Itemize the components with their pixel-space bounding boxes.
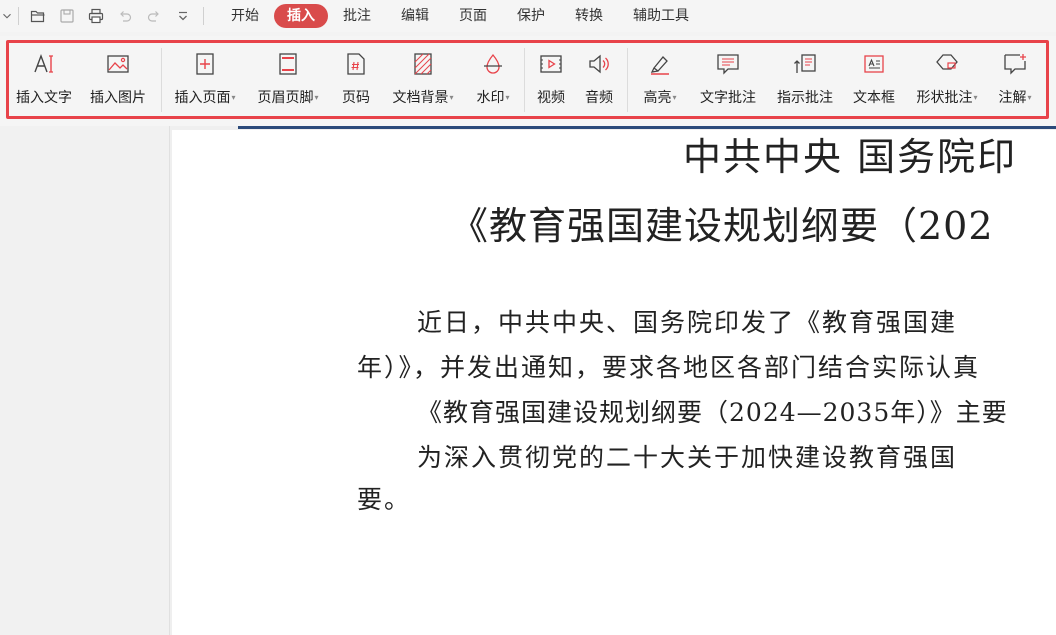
text-box-icon [862,52,886,76]
header-footer-icon [276,52,300,76]
group-divider [161,48,162,112]
main-menu: 开始 插入 批注 编辑 页面 保护 转换 辅助工具 [216,0,704,32]
pointer-comment-button[interactable]: 指示批注 [767,44,843,116]
header-footer-label: 页眉页脚 ▾ [257,90,319,106]
text-comment-button[interactable]: 文字批注 [689,44,767,116]
watermark-label: 水印 ▾ [476,90,510,106]
highlight-label: 高亮 ▾ [643,90,677,106]
tab-tools[interactable]: 辅助工具 [618,4,704,28]
tab-page[interactable]: 页面 [444,4,502,28]
video-label: 视频 [537,90,565,106]
pointer-comment-label: 指示批注 [777,90,833,106]
quick-access-toolbar [0,0,210,32]
shape-comment-icon [935,52,959,76]
paragraph-line: 为深入贯彻党的二十大关于加快建设教育强国 [417,443,958,472]
tab-comment[interactable]: 批注 [328,4,386,28]
insert-page-label: 插入页面 ▾ [174,90,236,106]
page-number-label: 页码 [342,90,370,106]
document-title-line1: 中共中央 国务院印 [683,135,1018,179]
audio-label: 音频 [585,90,613,106]
tab-insert[interactable]: 插入 [274,4,328,28]
tab-edit[interactable]: 编辑 [386,4,444,28]
chevron-icon[interactable] [0,0,14,32]
divider [18,7,19,25]
menu-bar: 开始 插入 批注 编辑 页面 保护 转换 辅助工具 [0,0,1056,32]
paragraph-line: 《教育强国建设规划纲要（2024—2035年）》主要 [417,398,1008,427]
insert-text-icon [32,52,56,76]
ribbon-tools: 插入文字 插入图片 插入页面 ▾ 页眉页脚 ▾ 页码 文档背景 ▾ 水印 ▾ 视… [10,44,1041,116]
paragraph-line: 要。 [357,485,412,514]
paragraph-line: 年）》，并发出通知，要求各地区各部门结合实际认真 [357,353,981,382]
video-button[interactable]: 视频 [528,44,574,116]
print-icon[interactable] [81,0,110,32]
tab-protect[interactable]: 保护 [502,4,560,28]
page-number-button[interactable]: 页码 [331,44,381,116]
insert-image-icon [106,52,130,76]
insert-image-button[interactable]: 插入图片 [78,44,158,116]
redo-icon[interactable] [139,0,168,32]
pointer-comment-icon [793,52,817,76]
highlight-icon [648,52,672,76]
document-background-icon [411,52,435,76]
highlight-button[interactable]: 高亮 ▾ [631,44,689,116]
save-icon[interactable] [52,0,81,32]
paragraph-line: 近日，中共中央、国务院印发了《教育强国建 [417,308,958,337]
text-comment-label: 文字批注 [700,90,756,106]
text-box-button[interactable]: 文本框 [843,44,905,116]
video-icon [539,52,563,76]
text-box-label: 文本框 [853,90,895,106]
watermark-icon [481,52,505,76]
page-number-icon [344,52,368,76]
insert-image-label: 插入图片 [90,90,146,106]
insert-text-button[interactable]: 插入文字 [10,44,78,116]
undo-icon[interactable] [110,0,139,32]
insert-ribbon: 插入文字 插入图片 插入页面 ▾ 页眉页脚 ▾ 页码 文档背景 ▾ 水印 ▾ 视… [0,36,1056,126]
annotation-icon [1003,52,1027,76]
header-footer-button[interactable]: 页眉页脚 ▾ [245,44,331,116]
document-background-button[interactable]: 文档背景 ▾ [381,44,465,116]
open-folder-icon[interactable] [23,0,52,32]
customize-icon[interactable] [168,0,197,32]
insert-page-button[interactable]: 插入页面 ▾ [165,44,245,116]
tab-start[interactable]: 开始 [216,4,274,28]
annotation-label: 注解 ▾ [998,90,1032,106]
tab-convert[interactable]: 转换 [560,4,618,28]
group-divider [627,48,628,112]
text-comment-icon [716,52,740,76]
side-panel [0,126,170,635]
audio-button[interactable]: 音频 [574,44,624,116]
shape-comment-button[interactable]: 形状批注 ▾ [905,44,989,116]
insert-page-icon [193,52,217,76]
audio-icon [587,52,611,76]
insert-text-label: 插入文字 [16,90,72,106]
document-background-label: 文档背景 ▾ [392,90,454,106]
document-title-line2: 《教育强国建设规划纲要（202 [450,204,994,248]
watermark-button[interactable]: 水印 ▾ [465,44,521,116]
divider [203,7,204,25]
annotation-button[interactable]: 注解 ▾ [989,44,1041,116]
shape-comment-label: 形状批注 ▾ [916,90,978,106]
group-divider [524,48,525,112]
